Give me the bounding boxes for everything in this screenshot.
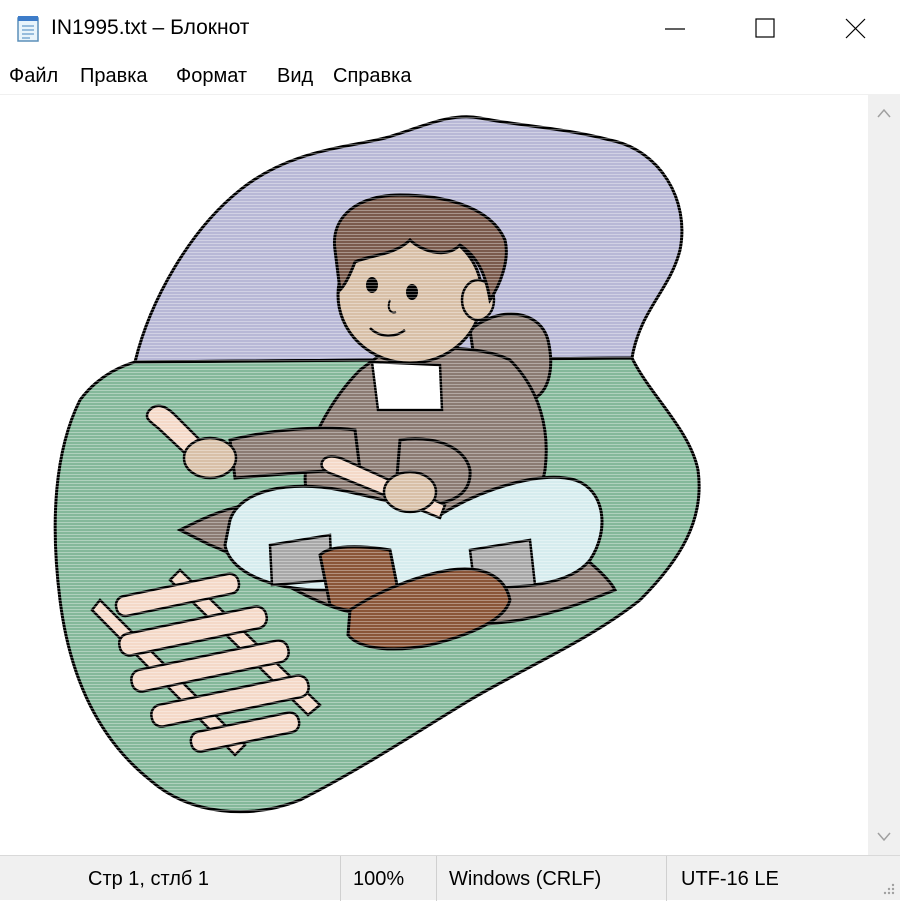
encoding: UTF-16 LE [681,868,779,890]
maximize-button[interactable] [720,0,810,58]
minimize-icon [665,28,685,30]
status-divider [340,856,341,901]
zoom-level: 100% [353,868,405,890]
menu-file[interactable]: Файл [9,65,58,88]
window-title: IN1995.txt – Блокнот [51,16,250,39]
maximize-icon [755,18,775,38]
vertical-scrollbar[interactable] [868,95,900,855]
close-icon [845,18,866,39]
resize-grip-icon[interactable] [882,882,896,896]
scroll-up-button[interactable] [868,95,900,131]
menu-format[interactable]: Формат [176,65,247,88]
close-button[interactable] [810,0,900,58]
scroll-down-button[interactable] [868,819,900,855]
status-divider [436,856,437,901]
title-bar[interactable]: IN1995.txt – Блокнот [0,0,900,58]
child-illustration [0,95,868,855]
line-endings: Windows (CRLF) [449,868,602,890]
cursor-position: Стр 1, стлб 1 [88,868,210,890]
status-bar: Стр 1, стлб 1 100% Windows (CRLF) UTF-16… [0,855,900,901]
status-divider [666,856,667,901]
menu-view[interactable]: Вид [277,65,313,88]
menu-edit[interactable]: Правка [80,65,148,88]
notepad-icon [17,16,39,42]
chevron-up-icon [877,108,891,118]
menu-bar: Файл Правка Формат Вид Справка [0,60,900,94]
chevron-down-icon [877,832,891,842]
menu-help[interactable]: Справка [333,65,411,88]
minimize-button[interactable] [630,0,720,58]
text-editor[interactable] [0,95,868,855]
